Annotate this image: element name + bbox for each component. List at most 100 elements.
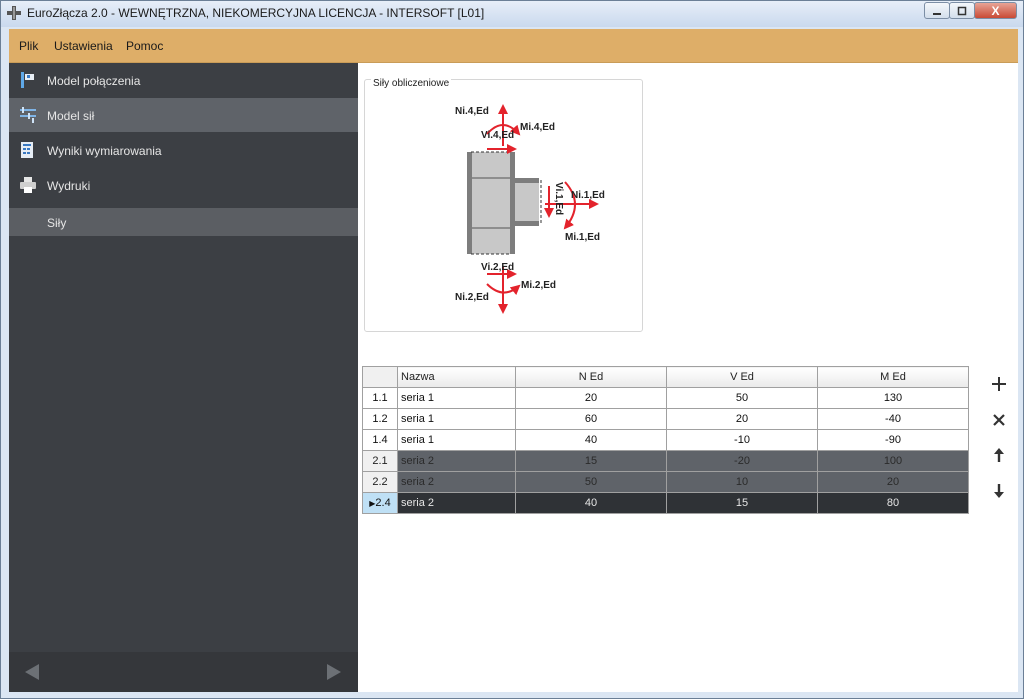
column-shape [467, 151, 515, 255]
move-down-button[interactable] [988, 480, 1010, 502]
v4-label: Vi.4,Ed [481, 130, 514, 141]
sidebar-item-label: Model połączenia [47, 74, 141, 88]
column-header-m-ed[interactable]: M Ed [817, 366, 969, 388]
forces-table: Nazwa N Ed V Ed M Ed 1.1 seria 1 20 50 1… [362, 366, 969, 514]
minimize-button[interactable] [924, 2, 950, 19]
sidebar-item-label: Wydruki [47, 179, 91, 193]
right-forces: Vi.1,Ed Ni.1,Ed Mi.1,Ed [544, 181, 605, 243]
forces-groupbox: Siły obliczeniowe Ni.4,Ed Vi.4,Ed Mi.4,E… [364, 78, 643, 332]
table-row[interactable]: 2.2 seria 2 50 10 20 [362, 471, 969, 493]
cell-name[interactable]: seria 1 [397, 387, 516, 409]
add-icon [992, 377, 1006, 391]
column-header-nazwa[interactable]: Nazwa [397, 366, 516, 388]
table-row-selected[interactable]: ▶2.4 seria 2 40 15 80 [362, 492, 969, 514]
cell-name[interactable]: seria 2 [397, 471, 516, 493]
sidebar-footer [9, 652, 358, 692]
cell-m-ed[interactable]: -90 [817, 429, 969, 451]
move-up-icon [994, 448, 1004, 462]
sidebar-item-label: Model sił [47, 109, 95, 123]
minimize-icon [933, 12, 941, 15]
cell-v-ed[interactable]: 15 [666, 492, 818, 514]
menu-pomoc[interactable]: Pomoc [126, 39, 163, 53]
row-id-text: 2.4 [375, 497, 391, 509]
v2-label: Vi.2,Ed [481, 262, 514, 273]
beam-shape [515, 178, 542, 226]
close-icon: X [991, 3, 1000, 18]
menu-ustawienia[interactable]: Ustawienia [54, 39, 113, 53]
cell-v-ed[interactable]: -20 [666, 450, 818, 472]
title-bar: EuroZłącza 2.0 - WEWNĘTRZNA, NIEKOMERCYJ… [1, 1, 1023, 27]
cell-n-ed[interactable]: 20 [515, 387, 667, 409]
cell-v-ed[interactable]: 20 [666, 408, 818, 430]
m4-label: Mi.4,Ed [520, 122, 555, 133]
sidebar-item-label: Siły [47, 216, 67, 230]
add-row-button[interactable] [988, 373, 1010, 395]
table-header-row: Nazwa N Ed V Ed M Ed [362, 366, 969, 388]
cell-m-ed[interactable]: 20 [817, 471, 969, 493]
column-header-v-ed[interactable]: V Ed [666, 366, 818, 388]
cell-m-ed[interactable]: -40 [817, 408, 969, 430]
maximize-button[interactable] [949, 2, 975, 19]
row-id[interactable]: 1.4 [362, 429, 398, 451]
app-icon [7, 6, 21, 20]
cell-n-ed[interactable]: 15 [515, 450, 667, 472]
sidebar-item-label: Wyniki wymiarowania [47, 144, 162, 158]
row-id[interactable]: ▶2.4 [362, 492, 398, 514]
arrow-left-icon[interactable] [25, 664, 39, 680]
cell-n-ed[interactable]: 40 [515, 492, 667, 514]
cell-v-ed[interactable]: 50 [666, 387, 818, 409]
row-id[interactable]: 1.2 [362, 408, 398, 430]
move-up-button[interactable] [988, 444, 1010, 466]
window-title: EuroZłącza 2.0 - WEWNĘTRZNA, NIEKOMERCYJ… [27, 6, 485, 20]
delete-row-button[interactable] [988, 409, 1010, 431]
results-icon [21, 142, 33, 158]
corner-header [362, 366, 398, 388]
n1-label: Ni.1,Ed [571, 190, 605, 201]
table-row[interactable]: 2.1 seria 2 15 -20 100 [362, 450, 969, 472]
menu-plik[interactable]: Plik [19, 39, 38, 53]
cell-n-ed[interactable]: 40 [515, 429, 667, 451]
table-row[interactable]: 1.1 seria 1 20 50 130 [362, 387, 969, 409]
cell-name[interactable]: seria 1 [397, 408, 516, 430]
close-button[interactable]: X [974, 2, 1017, 19]
v1-label: Vi.1,Ed [553, 182, 564, 215]
cell-n-ed[interactable]: 60 [515, 408, 667, 430]
arrow-right-icon[interactable] [327, 664, 341, 680]
delete-icon [993, 414, 1005, 426]
app-window: EuroZłącza 2.0 - WEWNĘTRZNA, NIEKOMERCYJ… [0, 0, 1024, 699]
table-row[interactable]: 1.4 seria 1 40 -10 -90 [362, 429, 969, 451]
cell-m-ed[interactable]: 100 [817, 450, 969, 472]
sidebar-item-sily[interactable]: Siły [9, 208, 358, 236]
column-header-n-ed[interactable]: N Ed [515, 366, 667, 388]
row-id[interactable]: 2.1 [362, 450, 398, 472]
cell-name[interactable]: seria 2 [397, 492, 516, 514]
sidebar-item-wydruki[interactable]: Wydruki [9, 168, 358, 202]
cell-name[interactable]: seria 2 [397, 450, 516, 472]
printer-icon [20, 177, 36, 193]
main-panel: Siły obliczeniowe Ni.4,Ed Vi.4,Ed Mi.4,E… [358, 63, 1018, 692]
cell-v-ed[interactable]: -10 [666, 429, 818, 451]
row-id[interactable]: 2.2 [362, 471, 398, 493]
connection-model-icon [21, 72, 34, 88]
cell-name[interactable]: seria 1 [397, 429, 516, 451]
table-row[interactable]: 1.2 seria 1 60 20 -40 [362, 408, 969, 430]
m1-label: Mi.1,Ed [565, 232, 600, 243]
sidebar-item-wyniki[interactable]: Wyniki wymiarowania [9, 133, 358, 167]
forces-groupbox-title: Siły obliczeniowe [371, 78, 452, 89]
sidebar: Model połączenia Model sił Wyniki wymiar… [9, 63, 358, 692]
row-id[interactable]: 1.1 [362, 387, 398, 409]
window-controls: X [924, 2, 1017, 19]
forces-diagram: Ni.4,Ed Vi.4,Ed Mi.4,Ed Vi.1,Ed Ni.1,Ed … [455, 104, 605, 314]
maximize-icon [957, 6, 967, 15]
cell-n-ed[interactable]: 50 [515, 471, 667, 493]
cell-m-ed[interactable]: 80 [817, 492, 969, 514]
top-forces: Ni.4,Ed Vi.4,Ed Mi.4,Ed [455, 104, 555, 154]
cell-m-ed[interactable]: 130 [817, 387, 969, 409]
m2-label: Mi.2,Ed [521, 280, 556, 291]
bottom-forces: Vi.2,Ed Ni.2,Ed Mi.2,Ed [455, 262, 556, 314]
sidebar-item-model-polaczenia[interactable]: Model połączenia [9, 63, 358, 97]
n2-label: Ni.2,Ed [455, 292, 489, 303]
cell-v-ed[interactable]: 10 [666, 471, 818, 493]
force-model-icon [20, 107, 36, 123]
sidebar-item-model-sil[interactable]: Model sił [9, 98, 358, 132]
